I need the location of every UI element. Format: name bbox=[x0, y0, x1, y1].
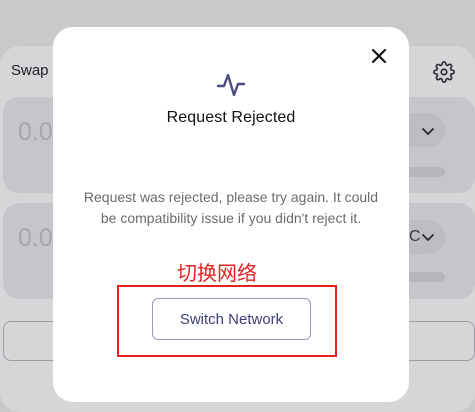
dialog-title: Request Rejected bbox=[166, 109, 296, 126]
swap-title: Swap bbox=[11, 62, 49, 79]
gear-icon[interactable] bbox=[433, 61, 455, 83]
activity-pulse-icon bbox=[216, 73, 246, 97]
from-amount-input[interactable]: 0.0 bbox=[18, 118, 53, 147]
to-token-symbol: C bbox=[409, 228, 421, 245]
close-icon[interactable] bbox=[367, 44, 391, 68]
annotation-label: 切换网络 bbox=[177, 261, 257, 285]
switch-network-button[interactable]: Switch Network bbox=[152, 298, 311, 340]
to-amount-input[interactable]: 0.0 bbox=[18, 224, 53, 253]
chevron-down-icon bbox=[422, 128, 434, 135]
request-rejected-dialog: Request Rejected Request was rejected, p… bbox=[53, 27, 409, 402]
chevron-down-icon bbox=[422, 234, 434, 241]
dialog-message: Request was rejected, please try again. … bbox=[83, 189, 379, 226]
